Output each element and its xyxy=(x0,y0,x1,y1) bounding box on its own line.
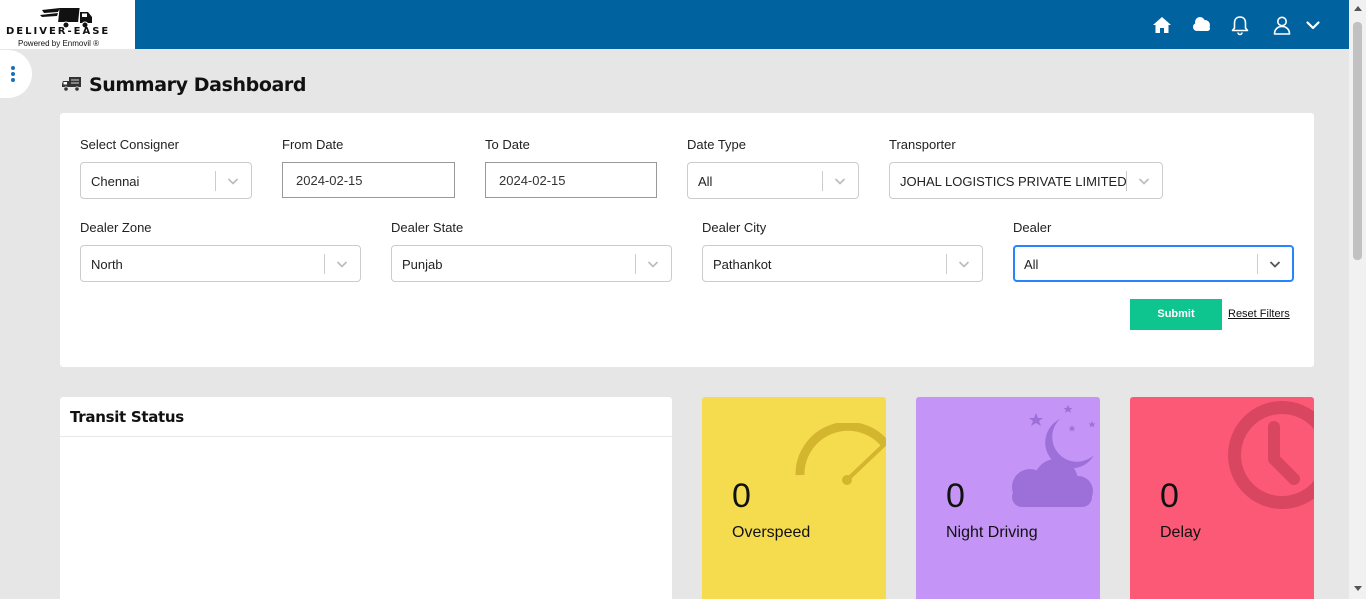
menu-dot xyxy=(11,66,15,70)
chevron-down-icon[interactable] xyxy=(336,258,348,270)
scroll-thumb[interactable] xyxy=(1353,22,1362,260)
select-separator xyxy=(946,254,947,274)
night-driving-card[interactable]: 0 Night Driving xyxy=(916,397,1100,599)
chevron-down-icon[interactable] xyxy=(958,258,970,270)
dealer-city-value: Pathankot xyxy=(713,257,772,272)
chevron-down-icon[interactable] xyxy=(1302,14,1324,36)
select-separator xyxy=(1126,171,1127,191)
chevron-down-icon[interactable] xyxy=(1138,175,1150,187)
delay-count: 0 xyxy=(1160,477,1179,515)
bell-icon[interactable] xyxy=(1229,14,1251,36)
home-icon[interactable] xyxy=(1151,14,1173,36)
menu-dot xyxy=(11,78,15,82)
consigner-value: Chennai xyxy=(91,174,140,189)
transporter-select[interactable]: JOHAL LOGISTICS PRIVATE LIMITED xyxy=(889,162,1163,199)
speedometer-icon xyxy=(795,423,886,485)
date-type-label: Date Type xyxy=(687,137,747,152)
chevron-down-icon[interactable] xyxy=(227,175,239,187)
dealer-select[interactable]: All xyxy=(1013,245,1294,282)
transporter-label: Transporter xyxy=(889,137,956,152)
from-date-label: From Date xyxy=(282,137,344,152)
logo-text: DELIVER-EASE xyxy=(6,26,111,37)
dealer-city-select[interactable]: Pathankot xyxy=(702,245,983,282)
consigner-select[interactable]: Chennai xyxy=(80,162,252,199)
overspeed-label: Overspeed xyxy=(732,524,811,541)
chevron-down-icon[interactable] xyxy=(647,258,659,270)
page-scrollbar[interactable] xyxy=(1349,0,1366,599)
select-separator xyxy=(215,171,216,191)
sidebar-toggle[interactable] xyxy=(0,50,32,98)
delay-card[interactable]: 0 Delay xyxy=(1130,397,1314,599)
scroll-down-arrow[interactable] xyxy=(1354,586,1362,591)
user-icon[interactable] xyxy=(1271,14,1293,36)
clock-icon xyxy=(1228,401,1314,509)
night-driving-count: 0 xyxy=(946,477,965,515)
date-type-select[interactable]: All xyxy=(687,162,859,199)
transit-status-card: Transit Status xyxy=(60,397,672,599)
dealer-zone-value: North xyxy=(91,257,123,272)
overspeed-card[interactable]: 0 Overspeed xyxy=(702,397,886,599)
scroll-up-arrow[interactable] xyxy=(1354,6,1362,11)
from-date-value: 2024-02-15 xyxy=(296,173,363,188)
from-date-input[interactable]: 2024-02-15 xyxy=(282,162,455,198)
dealer-label: Dealer xyxy=(1013,220,1052,235)
overspeed-count: 0 xyxy=(732,477,751,515)
select-separator xyxy=(1257,254,1258,274)
night-driving-label: Night Driving xyxy=(946,524,1038,541)
transit-status-title: Transit Status xyxy=(70,408,184,426)
menu-dot xyxy=(11,72,15,76)
to-date-input[interactable]: 2024-02-15 xyxy=(485,162,657,198)
select-separator xyxy=(635,254,636,274)
dealer-state-value: Punjab xyxy=(402,257,443,272)
to-date-label: To Date xyxy=(485,137,530,152)
chevron-down-icon[interactable] xyxy=(1269,258,1281,270)
dealer-value: All xyxy=(1024,257,1039,272)
to-date-value: 2024-02-15 xyxy=(499,173,566,188)
reset-filters-link[interactable]: Reset Filters xyxy=(1228,308,1290,320)
weather-icon[interactable] xyxy=(1191,14,1213,36)
dealer-state-label: Dealer State xyxy=(391,220,464,235)
dealer-city-label: Dealer City xyxy=(702,220,767,235)
consigner-label: Select Consigner xyxy=(80,137,179,152)
brand-logo[interactable]: DELIVER-EASE Powered by Enmovil ® xyxy=(0,0,135,49)
delay-label: Delay xyxy=(1160,524,1201,541)
dealer-state-select[interactable]: Punjab xyxy=(391,245,672,282)
top-header: DELIVER-EASE Powered by Enmovil ® xyxy=(0,0,1366,49)
date-type-value: All xyxy=(698,174,713,189)
submit-button[interactable]: Submit xyxy=(1130,299,1222,330)
dealer-zone-label: Dealer Zone xyxy=(80,220,152,235)
truck-title-icon xyxy=(62,77,81,92)
powered-by-text: Powered by Enmovil ® xyxy=(18,39,100,48)
select-separator xyxy=(324,254,325,274)
page-title: Summary Dashboard xyxy=(89,74,307,96)
transporter-value: JOHAL LOGISTICS PRIVATE LIMITED xyxy=(900,174,1127,189)
card-divider xyxy=(60,436,672,437)
chevron-down-icon[interactable] xyxy=(834,175,846,187)
night-moon-icon xyxy=(1012,405,1096,507)
select-separator xyxy=(822,171,823,191)
dealer-zone-select[interactable]: North xyxy=(80,245,361,282)
